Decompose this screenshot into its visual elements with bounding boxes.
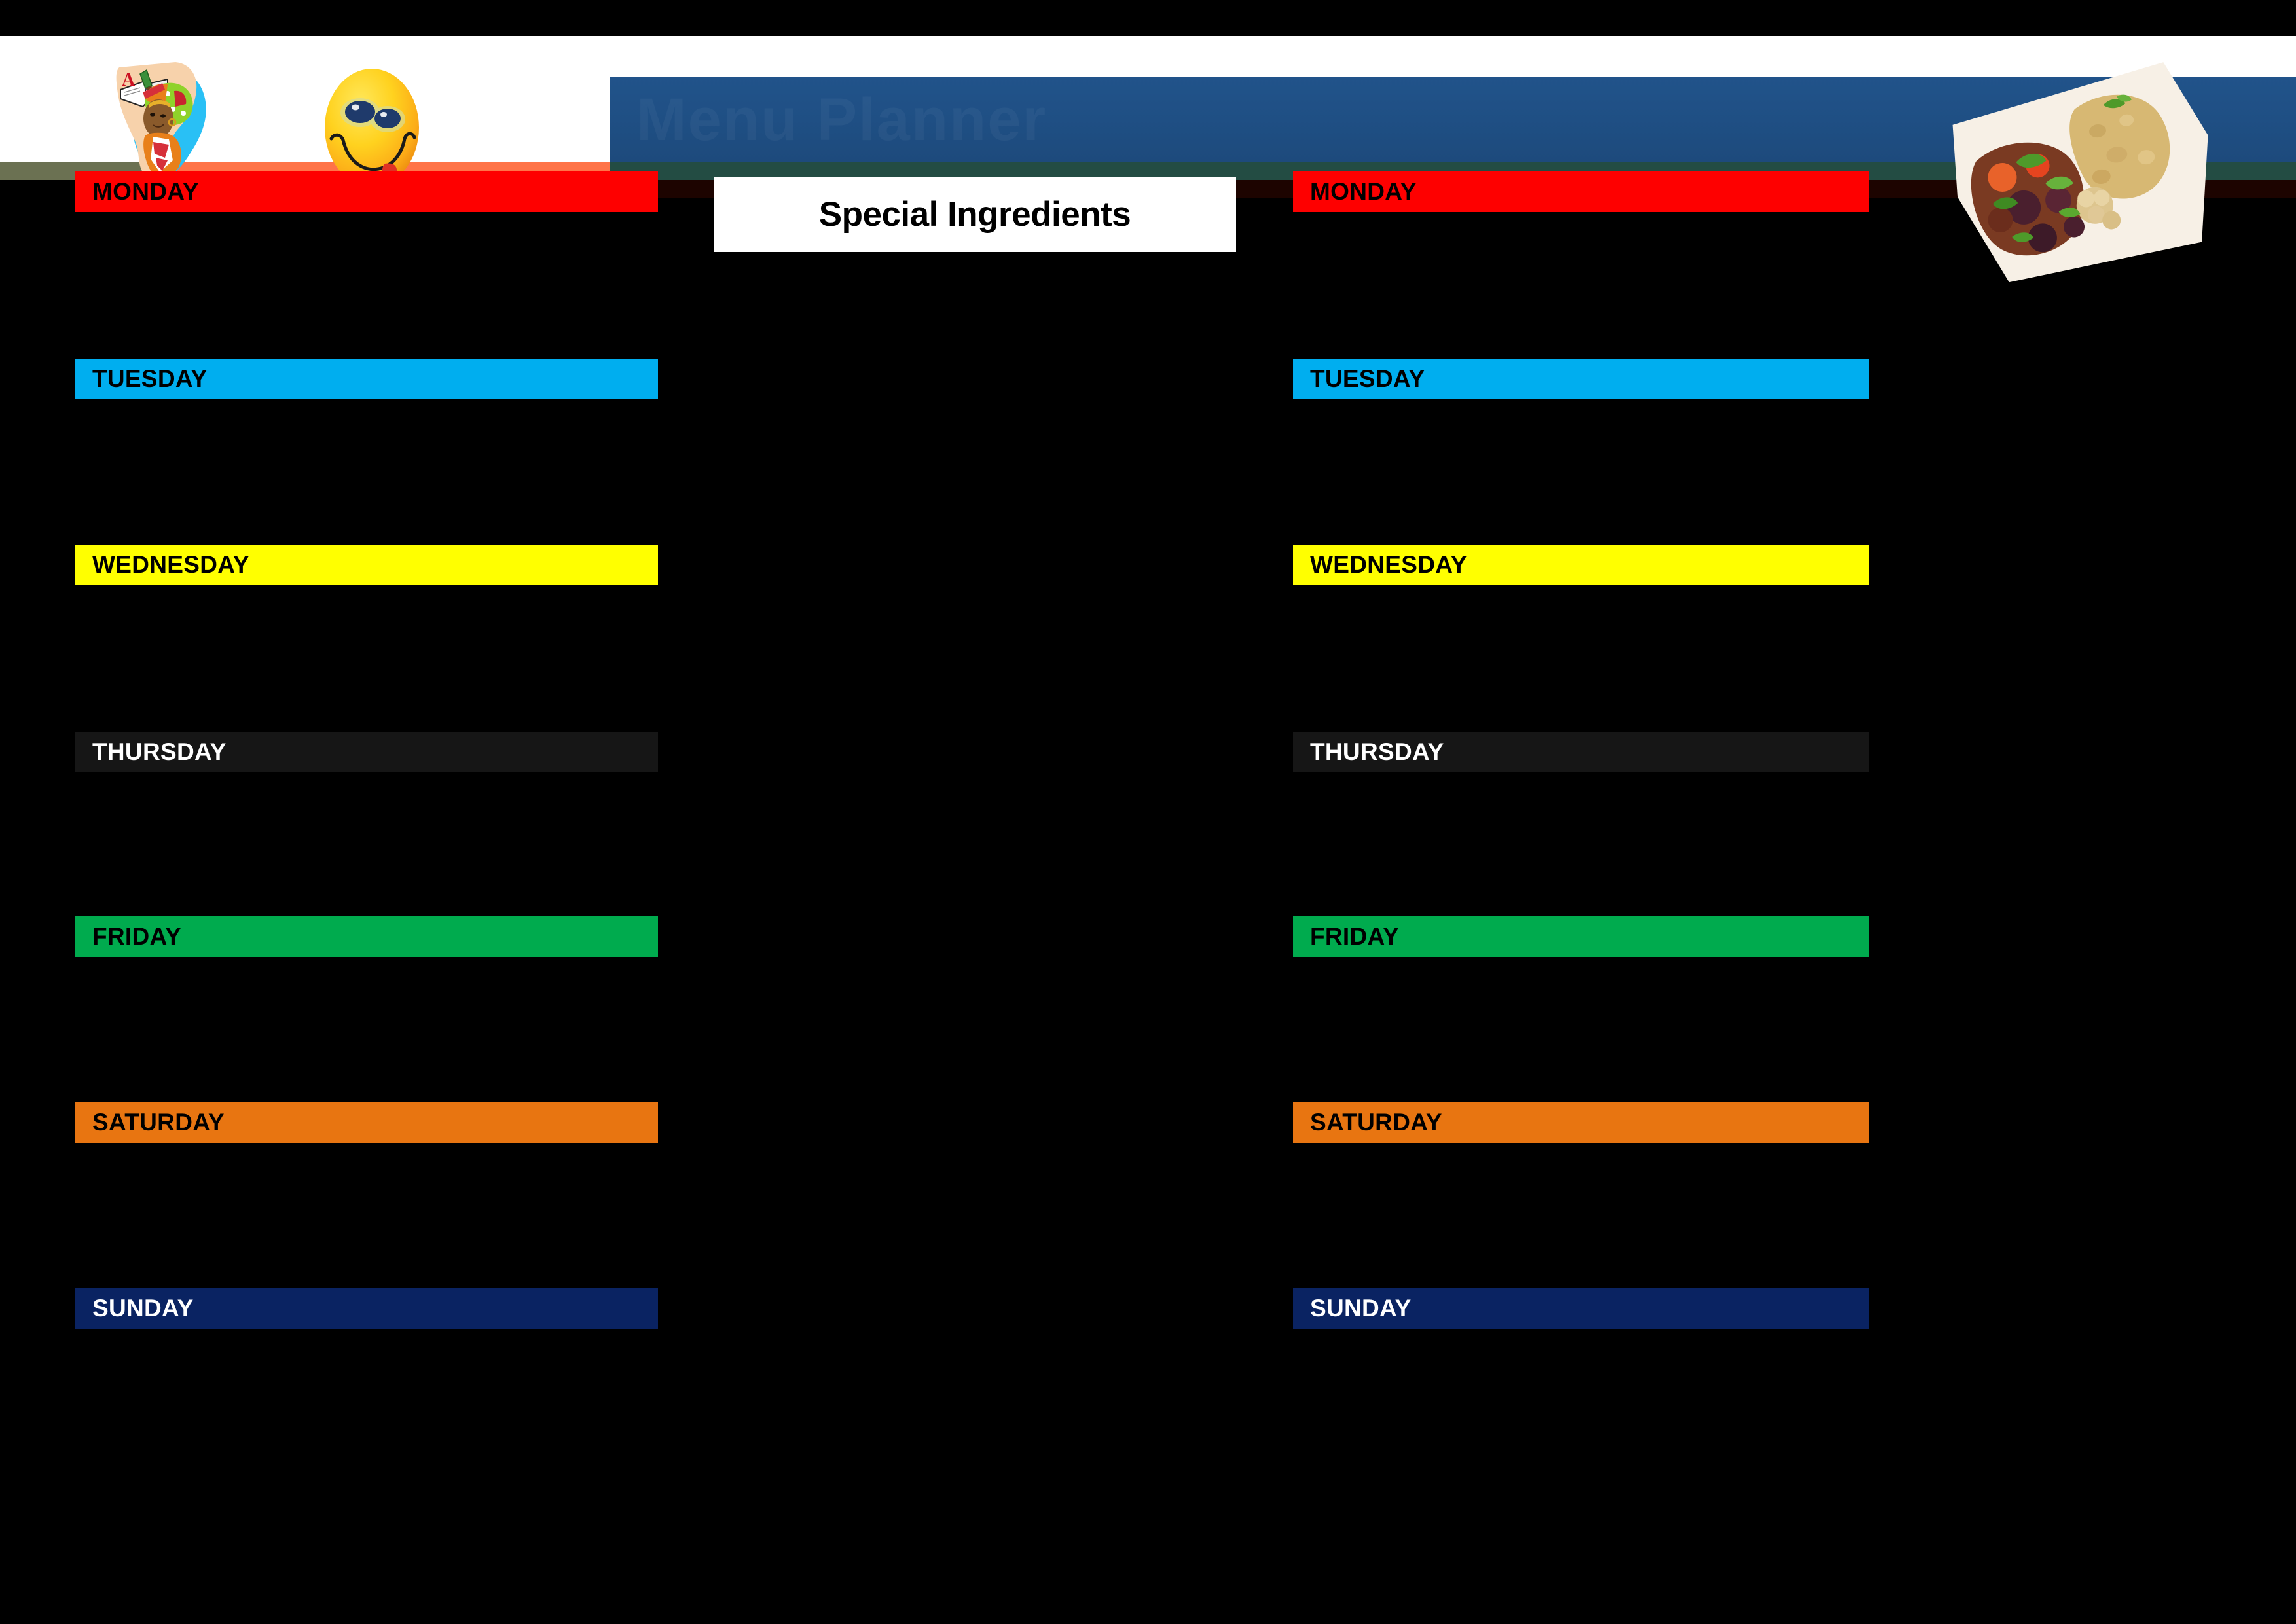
day-entry-field[interactable] [75,1143,658,1297]
svg-text:A: A [122,70,136,90]
day-bar-tuesday[interactable]: TUESDAY [1293,359,1869,399]
day-label: THURSDAY [1310,738,1444,765]
food-photo [1941,44,2233,314]
day-row-thursday: THURSDAY [1293,732,1869,926]
day-label: MONDAY [92,178,199,205]
day-label: WEDNESDAY [1310,551,1467,578]
day-row-tuesday: TUESDAY [75,359,658,553]
day-row-saturday: SATURDAY [75,1102,658,1297]
day-entry-field[interactable] [1293,1329,1869,1483]
special-ingredients-box[interactable]: Special Ingredients [714,177,1236,252]
day-entry-field[interactable] [75,585,658,739]
day-entry-field[interactable] [1293,772,1869,926]
day-row-friday: FRIDAY [75,916,658,1111]
day-bar-friday[interactable]: FRIDAY [1293,916,1869,957]
day-entry-field[interactable] [75,1329,658,1483]
day-bar-monday[interactable]: MONDAY [1293,171,1869,212]
day-label: SATURDAY [92,1109,225,1136]
day-bar-sunday[interactable]: SUNDAY [75,1288,658,1329]
day-row-sunday: SUNDAY [75,1288,658,1483]
day-row-monday: MONDAY [1293,171,1869,366]
day-entry-field[interactable] [75,772,658,926]
day-entry-field[interactable] [75,399,658,553]
day-label: SATURDAY [1310,1109,1442,1136]
day-label: TUESDAY [1310,365,1425,392]
day-row-wednesday: WEDNESDAY [1293,545,1869,739]
day-bar-thursday[interactable]: THURSDAY [1293,732,1869,772]
day-bar-wednesday[interactable]: WEDNESDAY [75,545,658,585]
day-row-wednesday: WEDNESDAY [75,545,658,739]
day-entry-field[interactable] [1293,399,1869,553]
day-label: THURSDAY [92,738,227,765]
header-white-panel-left [0,36,610,167]
day-label: WEDNESDAY [92,551,249,578]
day-bar-monday[interactable]: MONDAY [75,171,658,212]
day-label: TUESDAY [92,365,208,392]
special-ingredients-label: Special Ingredients [818,195,1131,234]
day-bar-sunday[interactable]: SUNDAY [1293,1288,1869,1329]
day-row-monday: MONDAY [75,171,658,366]
day-entry-field[interactable] [75,212,658,366]
day-row-saturday: SATURDAY [1293,1102,1869,1297]
header-region: Menu Planner A [0,36,2296,283]
day-bar-thursday[interactable]: THURSDAY [75,732,658,772]
day-bar-tuesday[interactable]: TUESDAY [75,359,658,399]
day-label: FRIDAY [1310,923,1400,950]
title-banner-text: Menu Planner [636,86,1047,154]
day-label: FRIDAY [92,923,182,950]
day-label: MONDAY [1310,178,1417,205]
day-bar-saturday[interactable]: SATURDAY [1293,1102,1869,1143]
day-label: SUNDAY [92,1295,194,1322]
day-row-sunday: SUNDAY [1293,1288,1869,1483]
day-entry-field[interactable] [1293,957,1869,1111]
day-bar-wednesday[interactable]: WEDNESDAY [1293,545,1869,585]
day-row-tuesday: TUESDAY [1293,359,1869,553]
day-label: SUNDAY [1310,1295,1412,1322]
day-row-thursday: THURSDAY [75,732,658,926]
day-entry-field[interactable] [1293,1143,1869,1297]
day-row-friday: FRIDAY [1293,916,1869,1111]
day-entry-field[interactable] [1293,212,1869,366]
day-entry-field[interactable] [1293,585,1869,739]
day-entry-field[interactable] [75,957,658,1111]
africa-education-clipart-icon: A [105,56,229,187]
day-bar-saturday[interactable]: SATURDAY [75,1102,658,1143]
day-bar-friday[interactable]: FRIDAY [75,916,658,957]
